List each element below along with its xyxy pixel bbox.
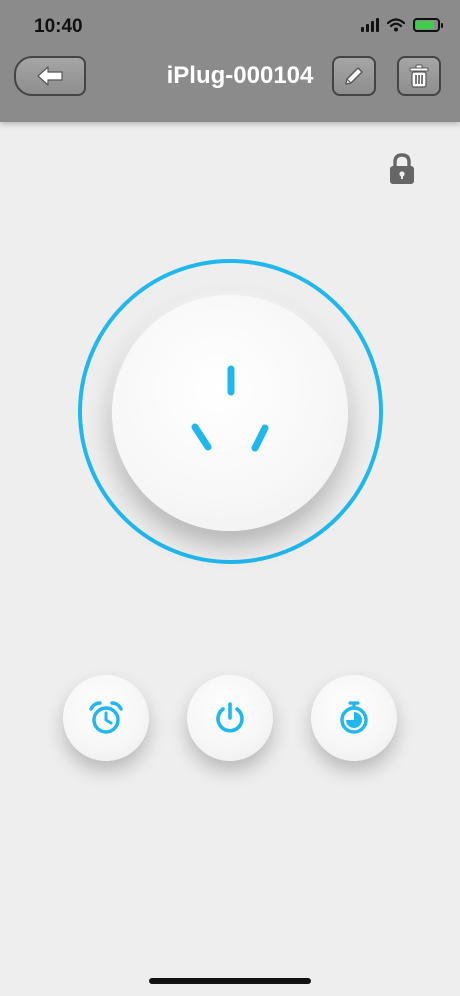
home-indicator [149, 978, 311, 984]
power-button[interactable] [187, 675, 273, 761]
header: iPlug-000104 [0, 50, 460, 122]
socket-icon [191, 365, 269, 452]
battery-icon [413, 18, 443, 32]
status-time: 10:40 [34, 16, 83, 37]
lock-icon[interactable] [388, 152, 416, 186]
status-bar: 10:40 [0, 0, 460, 50]
back-button[interactable] [14, 56, 86, 96]
status-icons [361, 18, 443, 32]
pencil-icon [345, 67, 363, 85]
power-icon [216, 702, 244, 733]
socket-switch-button[interactable] [112, 295, 348, 531]
countdown-button[interactable] [311, 675, 397, 761]
timer-button[interactable] [63, 675, 149, 761]
edit-button[interactable] [332, 56, 376, 96]
trash-icon [409, 64, 429, 88]
top-bar: 10:40 iPlug-000104 [0, 0, 460, 122]
alarm-clock-icon [89, 701, 123, 734]
wifi-icon [387, 18, 405, 32]
back-arrow-icon [37, 66, 63, 86]
delete-button[interactable] [397, 56, 441, 96]
stopwatch-icon [340, 701, 368, 734]
signal-icon [361, 18, 379, 32]
